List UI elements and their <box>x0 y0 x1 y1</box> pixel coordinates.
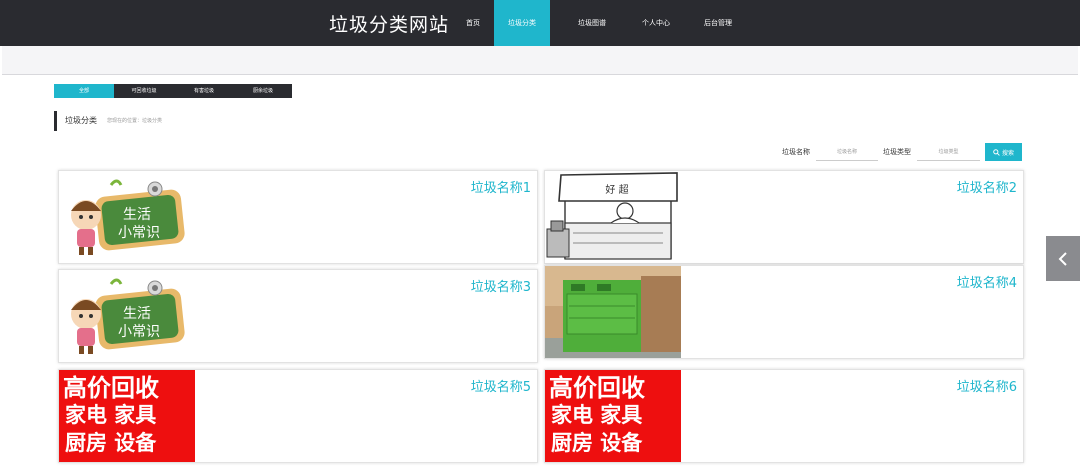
main-nav: 首页 垃圾分类 垃圾图谱 个人中心 后台管理 <box>455 0 750 46</box>
life-tips-text-1: 生活 <box>123 306 151 322</box>
garbage-name: 垃圾名称4 <box>956 276 1017 291</box>
shop-sign-text: 好 超 <box>605 183 628 196</box>
breadcrumb: 您现在的位置：垃圾分类 <box>107 118 163 124</box>
garbage-card[interactable]: 好 超 垃圾名称2 <box>544 170 1024 264</box>
garbage-card[interactable]: 高价回收 家电 家具 厨房 设备 垃圾名称5 <box>58 369 538 463</box>
garbage-card[interactable]: 生活 小常识 垃圾名称3 <box>58 269 538 363</box>
garbage-name: 垃圾名称3 <box>470 280 531 295</box>
banner-line-2: 家电 家具 <box>65 403 156 427</box>
name-search-label: 垃圾名称 <box>782 148 810 156</box>
tab-hazardous[interactable]: 有害垃圾 <box>174 84 234 98</box>
tab-all[interactable]: 全部 <box>54 84 114 98</box>
life-tips-cartoon-image: 生活 小常识 <box>59 171 195 263</box>
page-title: 垃圾分类 <box>65 116 97 125</box>
shop-sketch-image: 好 超 <box>545 171 681 263</box>
section-heading: 垃圾分类 您现在的位置：垃圾分类 <box>54 111 162 131</box>
type-search-label: 垃圾类型 <box>883 148 911 156</box>
life-tips-text-1: 生活 <box>123 207 151 223</box>
search-button[interactable]: 搜索 <box>985 143 1022 161</box>
type-search-input[interactable] <box>917 143 980 161</box>
nav-item-classification[interactable]: 垃圾分类 <box>494 0 550 46</box>
sub-header-bar <box>2 46 1078 75</box>
banner-line-1: 高价回收 <box>549 374 645 402</box>
banner-line-3: 厨房 设备 <box>65 431 157 455</box>
garbage-card[interactable]: 生活 小常识 垃圾名称1 <box>58 170 538 264</box>
garbage-card[interactable]: 高价回收 家电 家具 厨房 设备 垃圾名称6 <box>544 369 1024 463</box>
garbage-name: 垃圾名称5 <box>470 380 531 395</box>
tab-recyclable[interactable]: 可回收垃圾 <box>114 84 174 98</box>
recycle-ad-banner-image: 高价回收 家电 家具 厨房 设备 <box>545 370 681 462</box>
life-tips-text-2: 小常识 <box>118 225 160 241</box>
search-button-label: 搜索 <box>1001 150 1014 157</box>
nav-item-admin[interactable]: 后台管理 <box>688 0 750 46</box>
top-navbar: 垃圾分类网站 首页 垃圾分类 垃圾图谱 个人中心 后台管理 <box>0 0 1080 46</box>
site-title: 垃圾分类网站 <box>329 14 450 36</box>
garbage-name: 垃圾名称2 <box>956 181 1017 196</box>
banner-line-1: 高价回收 <box>63 374 159 402</box>
nav-item-garbage-atlas[interactable]: 垃圾图谱 <box>550 0 624 46</box>
garbage-name: 垃圾名称1 <box>470 181 531 196</box>
green-recycling-bin-photo <box>545 266 681 358</box>
banner-line-2: 家电 家具 <box>551 403 642 427</box>
nav-item-home[interactable]: 首页 <box>455 0 494 46</box>
chevron-left-icon <box>1058 251 1067 266</box>
recycle-ad-banner-image: 高价回收 家电 家具 厨房 设备 <box>59 370 195 462</box>
side-panel-toggle[interactable] <box>1046 236 1080 281</box>
garbage-card[interactable]: 垃圾名称4 <box>544 265 1024 359</box>
nav-item-user-center[interactable]: 个人中心 <box>624 0 688 46</box>
search-icon <box>993 148 1000 156</box>
garbage-name: 垃圾名称6 <box>956 380 1017 395</box>
banner-line-3: 厨房 设备 <box>551 431 643 455</box>
life-tips-cartoon-image: 生活 小常识 <box>59 270 195 362</box>
life-tips-text-2: 小常识 <box>118 324 160 340</box>
tab-kitchen-waste[interactable]: 厨余垃圾 <box>234 84 292 98</box>
category-tabs: 全部 可回收垃圾 有害垃圾 厨余垃圾 <box>54 84 292 98</box>
name-search-input[interactable] <box>816 143 878 161</box>
